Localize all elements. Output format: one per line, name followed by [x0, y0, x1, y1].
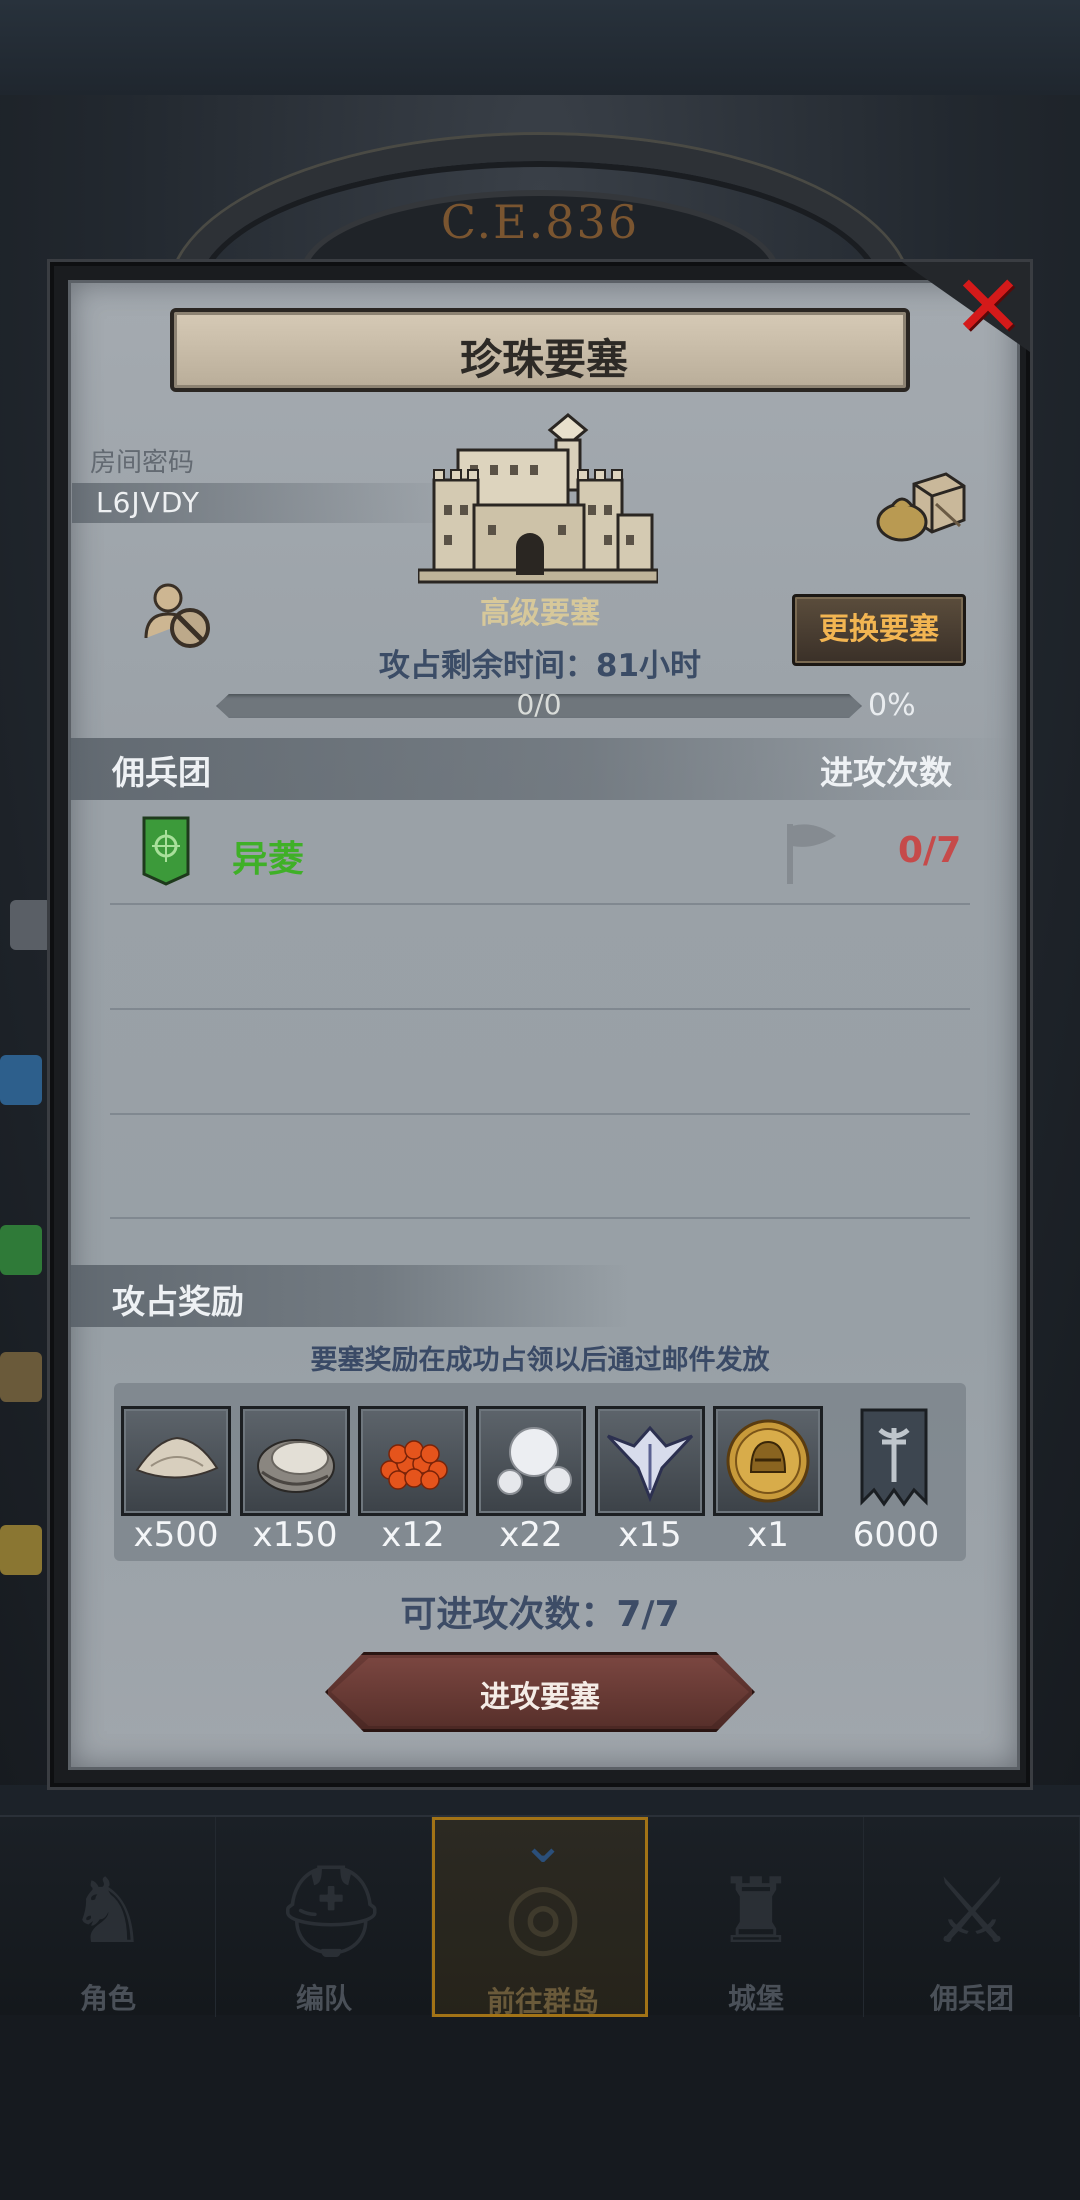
bottom-nav: ♞ 角色 ⛑ 编队 ⌄ ◎ 前往群岛 ♜ 城堡 ⚔ 佣兵团	[0, 1812, 1080, 2018]
room-password-value: L6JVDY	[96, 486, 200, 519]
reward-item-pearl[interactable]	[476, 1406, 586, 1516]
side-scroll-icon[interactable]	[10, 900, 52, 950]
reward-item-oyster[interactable]	[240, 1406, 350, 1516]
reward-item-flour[interactable]	[121, 1406, 231, 1516]
occupy-time-row: 攻占剩余时间：81小时	[0, 640, 1080, 685]
title-plate: 珍珠要塞	[170, 308, 910, 392]
knight-icon: ♞	[67, 1859, 149, 1964]
side-green-icon[interactable]	[0, 1225, 42, 1275]
reward-item-emblem[interactable]	[595, 1406, 705, 1516]
progress-percent: 0%	[868, 688, 916, 723]
winged-emblem-icon	[606, 1425, 694, 1503]
list-divider	[110, 1217, 970, 1219]
nav-item-castle[interactable]: ♜ 城堡	[648, 1817, 864, 2017]
team-attack-count: 0/7	[898, 830, 962, 871]
gold-helmet-coin-icon	[726, 1419, 810, 1503]
reward-note: 要塞奖励在成功占领以后通过邮件发放	[310, 1345, 770, 1376]
dialog-title: 珍珠要塞	[459, 335, 628, 384]
mercenary-section-title: 佣兵团	[112, 753, 211, 792]
attack-fortress-button[interactable]: 进攻要塞	[325, 1652, 755, 1732]
side-battle-icon[interactable]	[0, 1055, 42, 1105]
side-gold-icon[interactable]	[0, 1525, 42, 1575]
fish-roe-icon	[380, 1440, 448, 1490]
attempts-value: 7/7	[616, 1594, 680, 1635]
pearls-icon	[497, 1427, 572, 1495]
attack-button-label: 进攻要塞	[480, 1680, 600, 1715]
flag-icon	[787, 824, 836, 884]
close-button[interactable]: ✕	[902, 262, 1030, 352]
castle-icon: ♜	[715, 1859, 797, 1964]
attack-count-header: 进攻次数	[820, 753, 952, 792]
progress-text: 0/0	[516, 688, 562, 721]
reward-item-roe[interactable]	[358, 1406, 468, 1516]
occupy-time-label: 攻占剩余时间：	[378, 648, 596, 684]
attempts-row: 可进攻次数：7/7	[0, 1585, 1080, 1637]
list-divider	[110, 1008, 970, 1010]
close-icon: ✕	[952, 257, 1025, 357]
helmet-icon: ⛑	[274, 1859, 389, 1964]
team-emblem-icon	[142, 816, 190, 886]
castle-icon	[418, 413, 658, 584]
reward-qty: x1	[747, 1515, 789, 1555]
nav-item-islands[interactable]: ⌄ ◎ 前往群岛	[432, 1812, 648, 2018]
nav-item-character[interactable]: ♞ 角色	[0, 1817, 216, 2017]
nav-label: 佣兵团	[929, 1982, 1014, 2015]
supply-crate-icon[interactable]	[876, 470, 966, 542]
era-label: C.E.836	[440, 195, 640, 249]
bottom-background	[0, 2015, 1080, 2200]
nav-label: 城堡	[727, 1982, 784, 2015]
nav-label: 编队	[295, 1982, 352, 2015]
reward-section-title: 攻占奖励	[112, 1282, 244, 1321]
list-divider	[110, 903, 970, 905]
oyster-icon	[257, 1439, 335, 1493]
list-divider	[110, 1113, 970, 1115]
nav-label: 角色	[79, 1982, 136, 2015]
guild-banner-icon[interactable]	[860, 1408, 928, 1516]
flour-sack-icon	[135, 1436, 219, 1479]
nav-label: 前往群岛	[486, 1985, 599, 2018]
nav-item-mercenary[interactable]: ⚔ 佣兵团	[864, 1817, 1080, 2017]
top-status-area	[0, 0, 1080, 95]
mercenary-icon: ⚔	[931, 1859, 1013, 1964]
reward-item-helmet-coin[interactable]	[713, 1406, 823, 1516]
reward-qty: 6000	[852, 1515, 940, 1555]
occupy-time-value: 81小时	[595, 648, 702, 684]
nav-item-formation[interactable]: ⛑ 编队	[216, 1817, 432, 2017]
attempts-label: 可进攻次数：	[400, 1594, 617, 1635]
globe-compass-icon: ◎	[503, 1862, 583, 1967]
team-name: 异菱	[232, 839, 305, 880]
room-password-label: 房间密码	[90, 448, 195, 478]
